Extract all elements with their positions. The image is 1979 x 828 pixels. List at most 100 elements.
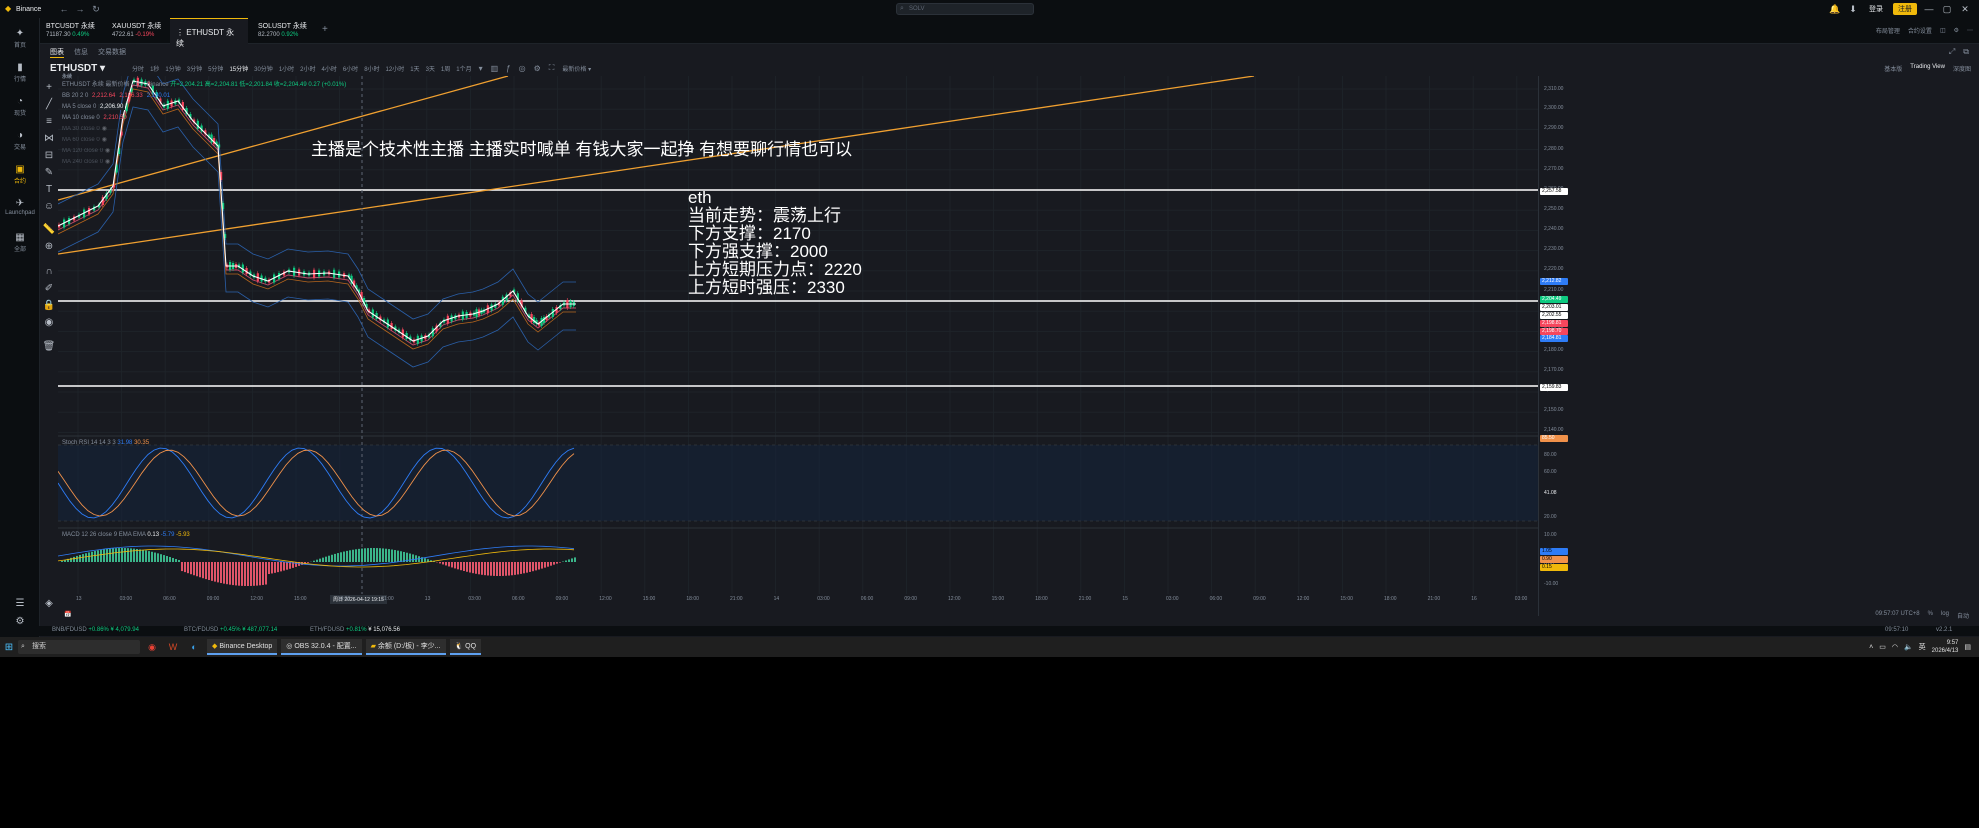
percent-toggle[interactable]: %: [1928, 611, 1933, 620]
interval-option[interactable]: 3天: [423, 64, 438, 73]
brush-icon[interactable]: ✎: [40, 167, 58, 178]
interval-dropdown-icon[interactable]: ▾: [475, 64, 487, 73]
taskbar-app-qq[interactable]: 🐧 QQ: [449, 639, 482, 655]
stay-drawing-icon[interactable]: ✐: [40, 283, 58, 294]
expand-icon[interactable]: ⤢: [1949, 47, 1955, 57]
settings-icon[interactable]: ⚙: [1954, 27, 1959, 34]
lock-icon[interactable]: 🔒: [40, 300, 58, 311]
crosshair-icon[interactable]: +: [40, 82, 58, 93]
interval-option[interactable]: 12小时: [383, 64, 408, 73]
taskbar-search-input[interactable]: ⌕ 搜索: [18, 640, 140, 654]
register-button[interactable]: 注册: [1893, 3, 1917, 15]
settings-icon[interactable]: ⚙: [530, 64, 545, 73]
interval-option[interactable]: 3分钟: [184, 64, 205, 73]
interval-option[interactable]: 1秒: [147, 64, 162, 73]
tab-btcusdt[interactable]: BTCUSDT 永续 71187.30 0.49%: [40, 18, 106, 44]
ticker-btc[interactable]: BTC/FDUSD +0.45% ¥ 487,077.14: [184, 627, 277, 633]
layout-manager-link[interactable]: 布局管理: [1876, 26, 1900, 35]
view-tradingview[interactable]: Trading View: [1910, 64, 1945, 73]
camera-icon[interactable]: ◎: [515, 64, 530, 73]
tab-xauusdt[interactable]: XAUUSDT 永续 4722.61 -0.19%: [106, 18, 172, 44]
login-button[interactable]: 登录: [1865, 3, 1887, 15]
interval-option[interactable]: 1周: [438, 64, 453, 73]
maximize-icon[interactable]: ▢: [1941, 3, 1953, 15]
view-depth[interactable]: 深度图: [1953, 64, 1971, 73]
chrome-icon[interactable]: ◉: [143, 640, 161, 654]
taskbar-app-binance[interactable]: ◆ Binance Desktop: [207, 639, 278, 655]
futures-settings-link[interactable]: 合约设置: [1908, 26, 1932, 35]
tab-info[interactable]: 信息: [74, 47, 88, 57]
windows-start-icon[interactable]: ⊞: [0, 642, 18, 653]
tab-trading-data[interactable]: 交易数据: [98, 47, 126, 57]
interval-option[interactable]: 1天: [407, 64, 422, 73]
layout-icon[interactable]: ◫: [1940, 27, 1946, 34]
calendar-icon[interactable]: 📅: [64, 611, 71, 618]
interval-option[interactable]: 1小时: [276, 64, 297, 73]
bell-icon[interactable]: 🔔: [1829, 3, 1841, 15]
eye-icon[interactable]: ◉: [102, 126, 107, 132]
tab-ethusdt[interactable]: ⋮ ETHUSDT 永续: [170, 18, 248, 48]
add-tab-button[interactable]: +: [322, 24, 328, 35]
eye-icon[interactable]: ◉: [102, 137, 107, 143]
popout-icon[interactable]: ⧉: [1963, 47, 1969, 57]
taskbar-clock[interactable]: 9:57 2026/4/13: [1932, 639, 1959, 655]
volume-icon[interactable]: 🔈: [1904, 643, 1913, 651]
trendline-icon[interactable]: ╱: [40, 99, 58, 110]
auto-toggle[interactable]: 自动: [1957, 611, 1969, 620]
symbol-selector[interactable]: ETHUSDT ▾ 永续: [50, 63, 105, 80]
sidebar-item-home[interactable]: ✦ 首页: [0, 28, 40, 49]
wps-icon[interactable]: W: [164, 640, 182, 654]
sidebar-list-button[interactable]: ☰: [0, 598, 40, 610]
ime-indicator[interactable]: 英: [1919, 642, 1926, 652]
text-icon[interactable]: T: [40, 184, 58, 195]
download-icon[interactable]: ⬇: [1847, 3, 1859, 15]
chevron-up-icon[interactable]: ˄: [1869, 644, 1873, 651]
zoom-icon[interactable]: ⊕: [40, 241, 58, 252]
tab-chart[interactable]: 图表: [50, 47, 64, 58]
sidebar-item-launchpad[interactable]: ✈ Launchpad: [0, 198, 40, 216]
channel-icon[interactable]: ⊟: [40, 150, 58, 161]
eye-icon[interactable]: ◉: [105, 148, 110, 154]
interval-option[interactable]: 2小时: [297, 64, 318, 73]
eye-icon[interactable]: ◉: [105, 159, 110, 165]
fullscreen-icon[interactable]: ⛶: [545, 63, 559, 73]
battery-icon[interactable]: ▭: [1879, 643, 1886, 651]
indicators-icon[interactable]: ƒ: [502, 64, 514, 73]
trash-icon[interactable]: 🗑: [40, 341, 58, 352]
pattern-icon[interactable]: ⋈: [40, 133, 58, 144]
sidebar-item-trade[interactable]: ◑ 交易: [0, 130, 40, 151]
price-type-select[interactable]: 最新价格 ▾: [562, 64, 591, 73]
interval-option[interactable]: 30分钟: [251, 64, 276, 73]
ruler-icon[interactable]: 📏: [40, 224, 58, 235]
view-basic[interactable]: 基本版: [1884, 64, 1902, 73]
back-arrow-icon[interactable]: ←: [56, 2, 72, 16]
time-axis[interactable]: 周日 2026-04-12 19:15 13 03:00 06:00 09:00 12:…: [58, 594, 1538, 606]
tab-solusdt[interactable]: SOLUSDT 永续 82.2700 0.92%: [252, 18, 318, 44]
interval-option[interactable]: 分时: [129, 64, 147, 73]
eye-icon[interactable]: ◉: [40, 317, 58, 328]
wifi-icon[interactable]: ◠: [1892, 643, 1898, 651]
chart-type-icon[interactable]: ▥: [487, 64, 503, 73]
ticker-eth[interactable]: ETH/FDUSD +0.81% ¥ 15,076.56: [310, 627, 400, 633]
interval-option[interactable]: 6小时: [340, 64, 361, 73]
price-axis[interactable]: 2,310.00 2,300.00 2,290.00 2,280.00 2,270.00…: [1538, 76, 1568, 616]
magnet-icon[interactable]: ∩: [40, 266, 58, 277]
emoji-icon[interactable]: ☺: [40, 201, 58, 212]
sidebar-item-markets[interactable]: ▮ 行情: [0, 62, 40, 83]
interval-option[interactable]: 1分钟: [162, 64, 183, 73]
interval-option[interactable]: 1个月: [453, 64, 474, 73]
notification-icon[interactable]: ▤: [1964, 643, 1971, 651]
interval-option[interactable]: 8小时: [361, 64, 382, 73]
refresh-icon[interactable]: ↻: [88, 2, 104, 16]
forward-arrow-icon[interactable]: →: [72, 2, 88, 16]
edge-icon[interactable]: ◐: [185, 640, 203, 654]
sidebar-item-all[interactable]: ▦ 全部: [0, 232, 40, 253]
minimize-icon[interactable]: —: [1923, 3, 1935, 15]
interval-option[interactable]: 15分钟: [226, 64, 251, 73]
close-icon[interactable]: ✕: [1959, 3, 1971, 15]
search-input[interactable]: ⌕ SOLV: [896, 3, 1034, 15]
taskbar-app-obs[interactable]: ◎ OBS 32.0.4 - 配置...: [281, 639, 362, 655]
ticker-bnb[interactable]: BNB/FDUSD +0.86% ¥ 4,079.94: [52, 627, 139, 633]
interval-option[interactable]: 4小时: [319, 64, 340, 73]
more-icon[interactable]: ⋯: [1967, 27, 1973, 34]
